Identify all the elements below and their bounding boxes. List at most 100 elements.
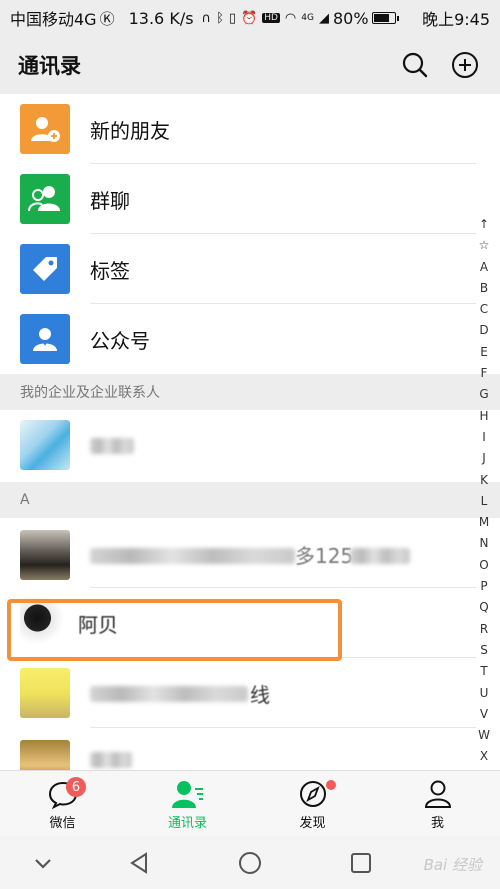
clock: 晚上9:45: [422, 10, 490, 29]
compass-icon: [299, 781, 326, 807]
menu-item-tags[interactable]: 标签: [0, 234, 476, 304]
network-speed: 13.6 K/s: [128, 8, 194, 28]
k-circle-icon: Ⓚ: [99, 9, 115, 28]
app-header: 通讯录: [0, 36, 500, 94]
index-letter[interactable]: U: [480, 683, 489, 704]
group-chat-icon: [20, 174, 70, 224]
contacts-screen: 中国移动4G Ⓚ 13.6 K/s ∩ ᛒ ▯ ⏰ HD ◠ 4G ◢ 80% …: [0, 0, 500, 889]
index-letter[interactable]: N: [480, 533, 489, 554]
tag-icon: [20, 244, 70, 294]
headphones-icon: ∩: [201, 10, 212, 26]
status-bar: 中国移动4G Ⓚ 13.6 K/s ∩ ᛒ ▯ ⏰ HD ◠ 4G ◢ 80% …: [0, 0, 500, 36]
blurred-name: [350, 548, 410, 564]
avatar: [20, 740, 70, 770]
section-header-a: A: [0, 482, 500, 518]
menu-item-official-accounts[interactable]: 公众号: [0, 304, 476, 374]
home-icon[interactable]: [235, 848, 265, 878]
index-letter[interactable]: F: [481, 363, 488, 384]
add-friend-icon: [20, 104, 70, 154]
index-letter[interactable]: L: [481, 491, 488, 512]
contacts-icon: [171, 781, 203, 808]
search-icon[interactable]: [400, 50, 430, 80]
menu-item-new-friends[interactable]: 新的朋友: [0, 94, 476, 164]
section-header-enterprise: 我的企业及企业联系人: [0, 374, 500, 410]
blurred-name: [90, 686, 248, 702]
signal-icon: ◢: [318, 10, 329, 26]
blurred-name: [90, 752, 132, 768]
contact-row-enterprise[interactable]: [0, 410, 476, 480]
page-title: 通讯录: [18, 54, 81, 78]
alphabet-index[interactable]: ↑☆ABCDEFGHIJKLMNOPQRSTUVWXYZ#: [476, 214, 492, 832]
contact-name-partial: 多125: [295, 544, 354, 568]
wifi-icon: ◠: [284, 10, 297, 26]
back-icon[interactable]: [125, 848, 155, 878]
bluetooth-icon: ᛒ: [216, 10, 224, 26]
chevron-down-icon[interactable]: [28, 848, 58, 878]
tab-label: 通讯录: [167, 816, 207, 831]
avatar: [20, 530, 70, 580]
tab-label: 我: [430, 816, 444, 831]
contact-row[interactable]: 线: [0, 658, 476, 728]
index-letter[interactable]: O: [479, 555, 488, 576]
watermark: Bai 经验: [423, 856, 482, 874]
contacts-list: 新的朋友 群聊 标签 公众号 我的企业及企业联系人 A 多125 阿贝 线 ↑ …: [0, 94, 500, 827]
battery-fill: [373, 14, 389, 22]
index-letter[interactable]: C: [480, 299, 488, 320]
index-letter[interactable]: ↑: [479, 214, 489, 235]
index-letter[interactable]: S: [480, 640, 488, 661]
battery-icon: [371, 12, 399, 24]
index-letter[interactable]: V: [480, 704, 488, 725]
alarm-icon: ⏰: [241, 10, 258, 26]
contact-name-partial: 线: [250, 683, 270, 707]
new-dot: [326, 780, 336, 790]
index-letter[interactable]: H: [479, 406, 488, 427]
menu-item-group-chats[interactable]: 群聊: [0, 164, 476, 234]
tab-label: 发现: [299, 816, 326, 831]
add-circle-icon[interactable]: [450, 50, 480, 80]
index-letter[interactable]: J: [482, 448, 486, 469]
menu-label: 群聊: [90, 188, 130, 213]
index-letter[interactable]: R: [480, 619, 488, 640]
index-letter[interactable]: A: [480, 257, 488, 278]
tab-me[interactable]: 我: [375, 771, 500, 836]
me-icon: [424, 780, 451, 808]
status-icons: ∩ ᛒ ▯ ⏰ HD ◠ 4G ◢: [202, 11, 329, 26]
index-letter[interactable]: W: [478, 725, 490, 746]
menu-label: 新的朋友: [90, 118, 170, 143]
avatar: [20, 420, 70, 470]
avatar: [20, 668, 70, 718]
menu-label: 公众号: [90, 328, 150, 353]
tab-bar: 6 微信 通讯录 发现 我: [0, 770, 500, 836]
index-letter[interactable]: B: [480, 278, 488, 299]
index-letter[interactable]: ☆: [479, 235, 490, 256]
index-letter[interactable]: K: [480, 470, 488, 491]
battery-percent: 80%: [332, 8, 369, 28]
contact-row[interactable]: [0, 728, 476, 770]
signal-4g-label: 4G: [301, 13, 314, 23]
highlight-box: [7, 599, 342, 661]
index-letter[interactable]: D: [479, 320, 488, 341]
tab-contacts[interactable]: 通讯录: [125, 771, 250, 836]
index-letter[interactable]: E: [480, 342, 488, 363]
tab-chats[interactable]: 6 微信: [0, 771, 125, 836]
index-letter[interactable]: I: [482, 427, 486, 448]
carrier-label: 中国移动4G: [10, 10, 97, 29]
index-letter[interactable]: Q: [479, 597, 488, 618]
blurred-name: [90, 548, 295, 564]
index-letter[interactable]: X: [480, 746, 488, 767]
index-letter[interactable]: M: [479, 512, 489, 533]
index-letter[interactable]: T: [480, 661, 487, 682]
index-letter[interactable]: P: [480, 576, 487, 597]
system-nav-bar: Bai 经验: [0, 836, 500, 889]
menu-label: 标签: [90, 258, 130, 283]
recents-icon[interactable]: [346, 848, 376, 878]
hd-icon: HD: [262, 13, 280, 23]
unread-badge: 6: [66, 777, 86, 797]
contact-row[interactable]: 多125: [0, 518, 476, 588]
vibrate-icon: ▯: [228, 10, 237, 26]
official-account-icon: [20, 314, 70, 364]
blurred-name: [90, 438, 134, 454]
index-letter[interactable]: G: [479, 384, 488, 405]
tab-discover[interactable]: 发现: [250, 771, 375, 836]
tab-label: 微信: [49, 816, 76, 831]
